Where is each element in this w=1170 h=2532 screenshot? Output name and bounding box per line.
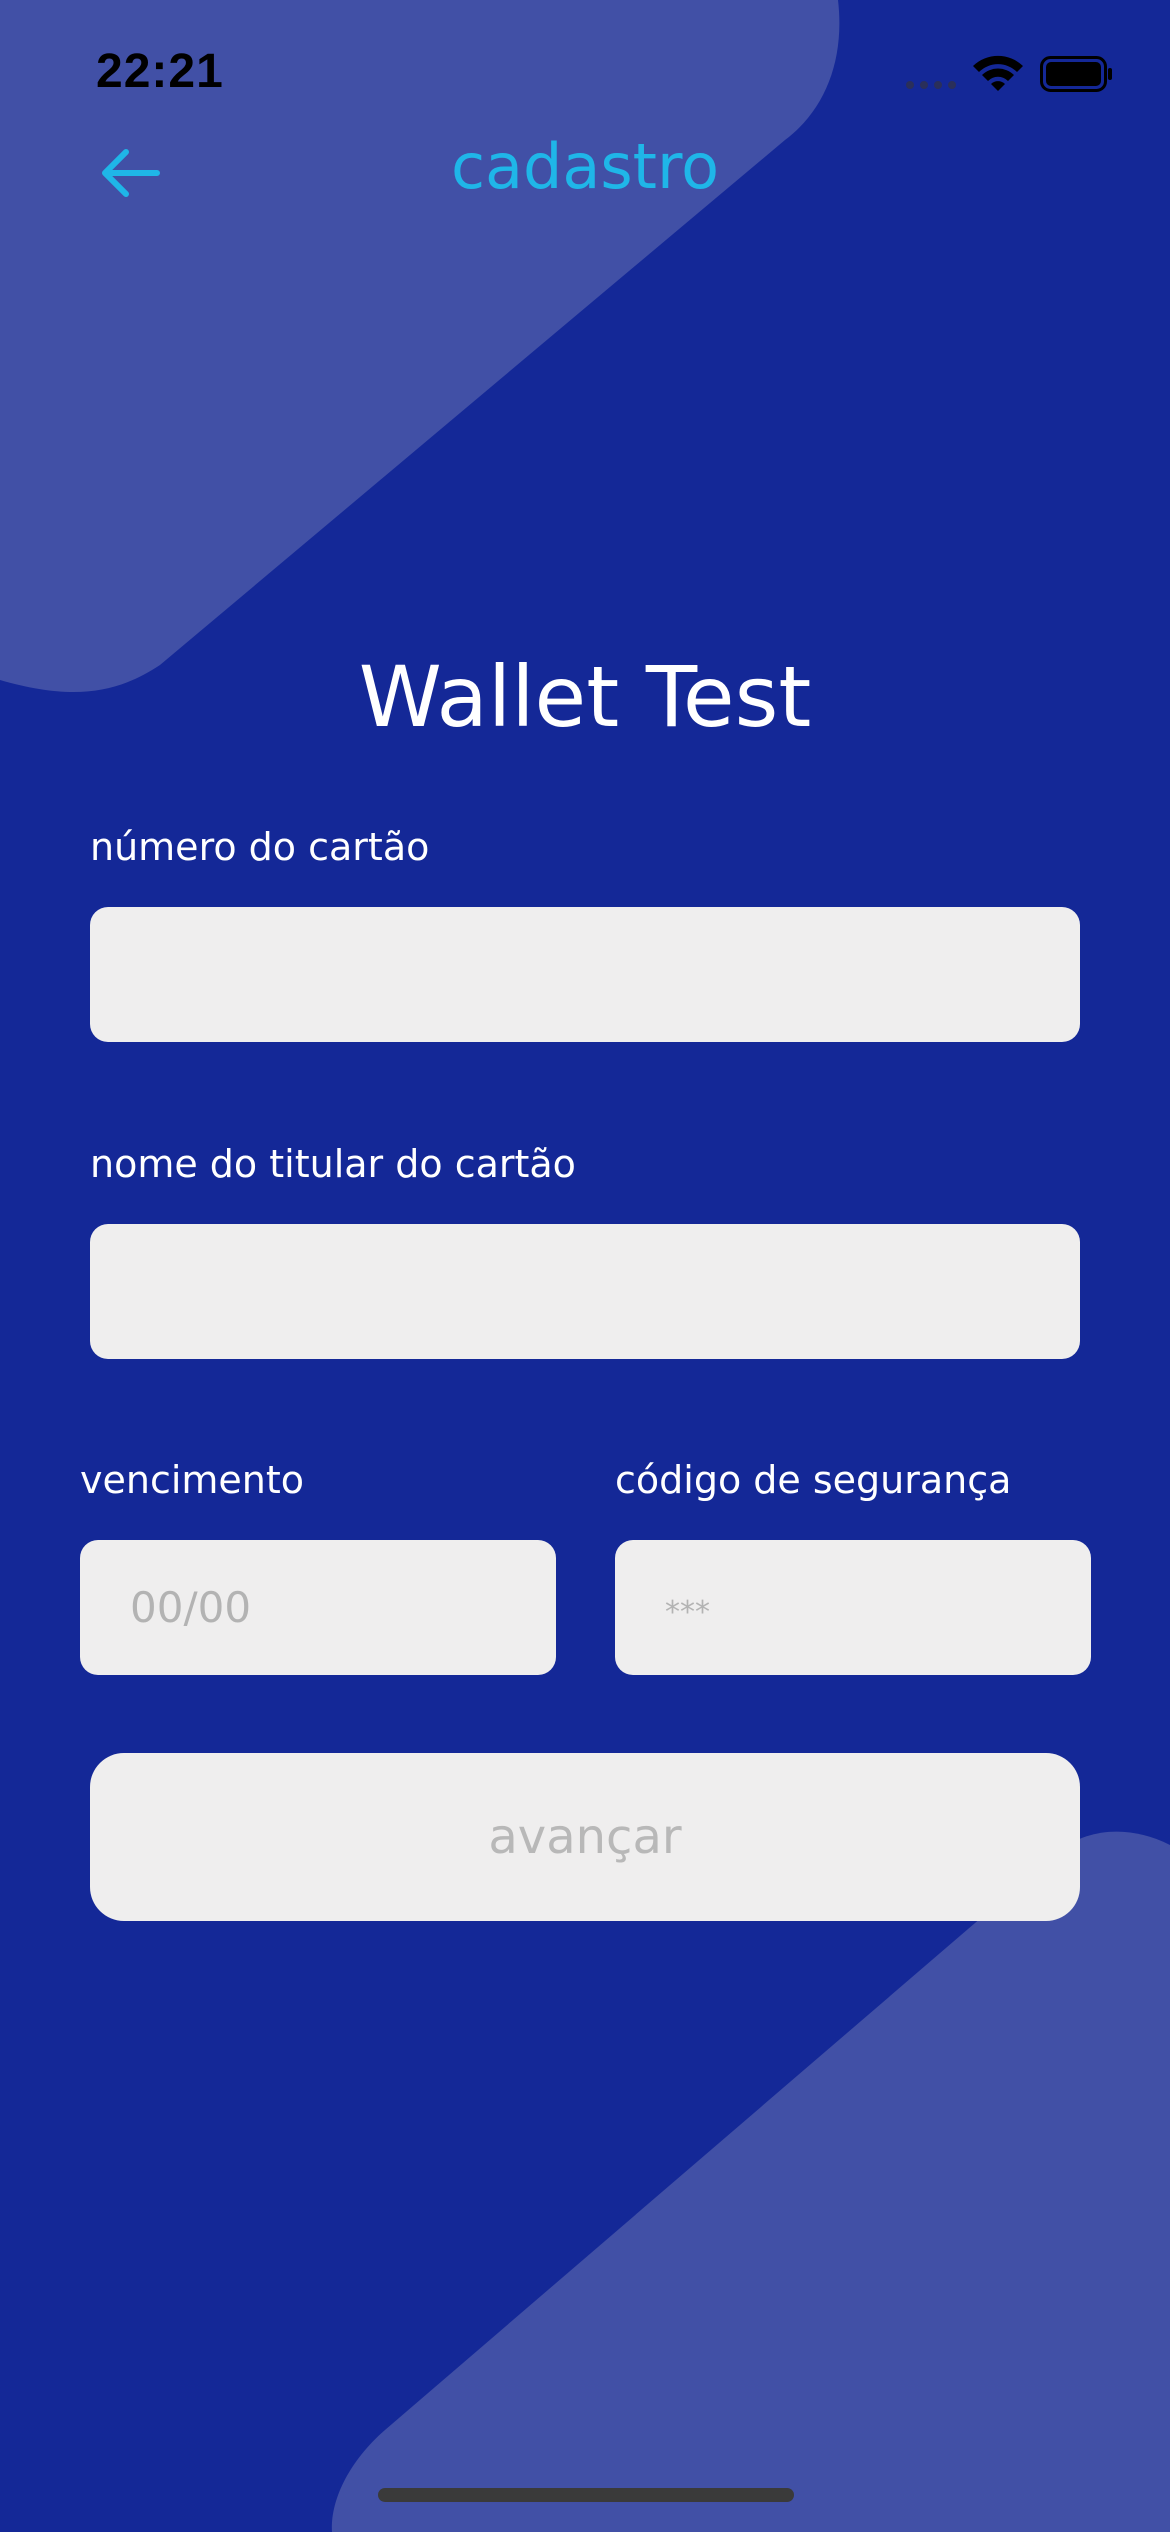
security-code-label: código de segurança	[615, 1458, 1012, 1502]
card-number-input[interactable]	[90, 907, 1080, 1042]
holder-name-input[interactable]	[90, 1224, 1080, 1359]
cellular-signal-icon	[906, 81, 956, 89]
wifi-icon	[973, 55, 1023, 91]
card-number-label: número do cartão	[90, 825, 430, 869]
advance-button[interactable]: avançar	[90, 1753, 1080, 1921]
screen-title: cadastro	[450, 130, 720, 203]
battery-icon	[1040, 56, 1112, 92]
security-code-input[interactable]	[615, 1540, 1091, 1675]
expiry-input[interactable]	[80, 1540, 556, 1675]
status-bar: 22:21	[0, 0, 1170, 140]
app-title: Wallet Test	[358, 648, 812, 746]
bottom-decorative-shape	[331, 1831, 1170, 2532]
status-time: 22:21	[96, 45, 224, 98]
home-indicator[interactable]	[378, 2488, 794, 2502]
expiry-label: vencimento	[80, 1458, 305, 1502]
holder-name-label: nome do titular do cartão	[90, 1142, 576, 1186]
